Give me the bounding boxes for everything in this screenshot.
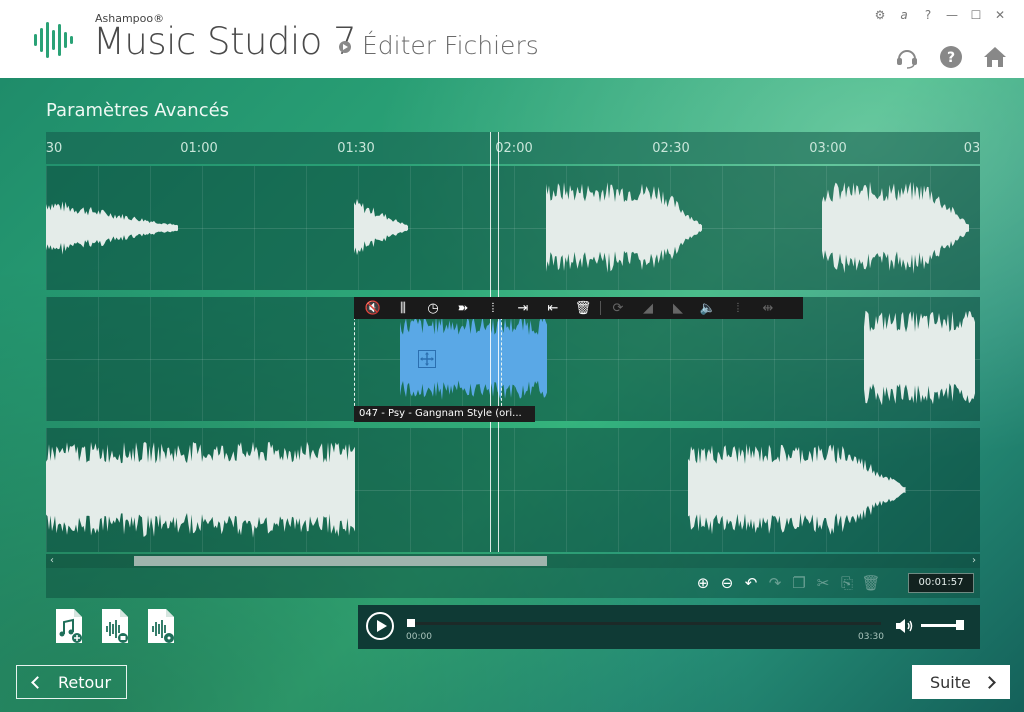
scroll-right-icon[interactable]: › (972, 554, 976, 568)
maximize-button[interactable]: ☐ (964, 6, 988, 24)
waveform-clip[interactable] (46, 166, 178, 290)
about-icon[interactable]: ? (916, 6, 940, 24)
volume-icon: 🔈 (699, 300, 717, 316)
header-actions: ? (894, 44, 1008, 70)
breadcrumb-arrow-icon (339, 41, 351, 53)
clip-toolbar: 🔇 ⫼ ◷ ➽ ⦙ ⇥ ⇤ 🗑 ⟳ ◢ ◣ 🔈 ⦙ ⇹ (354, 297, 803, 319)
volume-knob[interactable] (956, 620, 965, 630)
settings-icon[interactable]: ⚙ (868, 6, 892, 24)
delete-icon[interactable]: 🗑 (568, 297, 598, 319)
add-file-buttons (54, 608, 176, 644)
ruler-tick: 03:00 (809, 141, 847, 156)
back-button[interactable]: Retour (16, 665, 127, 699)
ruler-tick: 30 (46, 141, 63, 156)
chevron-left-icon (31, 675, 44, 689)
ruler-tick: 01:30 (337, 141, 375, 156)
clock-icon[interactable]: ◷ (418, 297, 448, 319)
speed-runner-icon[interactable]: ➽ (448, 297, 478, 319)
cut-icon: ✂ (816, 574, 830, 592)
zoom-in-icon[interactable]: ⊕ (692, 571, 714, 595)
section-title: Paramètres Avancés (46, 100, 230, 121)
minimize-button[interactable]: — (940, 6, 964, 24)
progress-knob[interactable] (407, 619, 415, 627)
audio-track-3[interactable] (46, 428, 980, 552)
page-title: Éditer Fichiers (362, 31, 539, 60)
app-logo-icon (34, 22, 73, 58)
waveform-clip[interactable] (864, 297, 976, 421)
volume-icon[interactable] (894, 617, 914, 635)
normalize-icon: ⦙ (736, 300, 740, 316)
timeline-scrollbar[interactable]: ‹ › (46, 554, 980, 568)
timecode-display: 00:01:57 (908, 573, 974, 593)
ruler-tick: 01:00 (180, 141, 218, 156)
loop-icon: ⟳ (612, 300, 624, 316)
help-icon[interactable]: ? (938, 44, 964, 70)
playback-start-time: 00:00 (406, 632, 432, 642)
equalizer-icon[interactable]: ⫼ (388, 297, 418, 319)
audio-track-1[interactable] (46, 166, 980, 290)
playback-progress[interactable] (407, 622, 881, 625)
waveform-clip[interactable] (688, 428, 906, 552)
undo-icon[interactable]: ↶ (740, 571, 762, 595)
product-name: Music Studio 7 (93, 20, 357, 63)
back-button-label: Retour (58, 672, 112, 692)
waveform-clip[interactable] (546, 166, 702, 290)
home-icon[interactable] (982, 44, 1008, 70)
support-headset-icon[interactable] (894, 44, 920, 70)
playback-end-time: 03:30 (858, 632, 884, 642)
svg-text:?: ? (947, 50, 955, 66)
add-from-recorder-icon[interactable] (100, 608, 130, 644)
trash-icon: 🗑 (861, 574, 881, 592)
waveform-clip[interactable] (354, 166, 408, 290)
playback-bar: 00:00 03:30 (358, 605, 980, 649)
window-controls: ⚙ a ? — ☐ ✕ (868, 6, 1012, 24)
play-button[interactable] (366, 612, 394, 640)
waveform-clip[interactable] (822, 166, 970, 290)
editor-area: Paramètres Avancés 30 01:00 01:30 02:00 … (0, 78, 1024, 712)
next-button-label: Suite (930, 672, 971, 692)
edit-tools: ⊕ ⊖ ↶ ↷ ❐ ✂ ⎘ 🗑 (692, 571, 882, 595)
timeline: 30 01:00 01:30 02:00 02:30 03:00 03 ‹ › (46, 132, 980, 572)
app-header: Ashampoo® Music Studio 7 Éditer Fichiers… (0, 0, 1024, 78)
move-handle-icon[interactable] (418, 350, 436, 368)
copy-icon: ❐ (792, 574, 806, 592)
split-icon: ⇹ (762, 300, 774, 316)
account-icon[interactable]: a (892, 6, 916, 24)
redo-icon: ↷ (768, 574, 782, 592)
ruler-tick: 02:00 (495, 141, 533, 156)
close-button[interactable]: ✕ (988, 6, 1012, 24)
add-from-cd-icon[interactable] (146, 608, 176, 644)
snap-left-icon[interactable]: ⇤ (538, 297, 568, 319)
scroll-left-icon[interactable]: ‹ (50, 554, 54, 568)
add-music-file-icon[interactable] (54, 608, 84, 644)
next-button[interactable]: Suite (912, 665, 1010, 699)
waveform-clip[interactable] (46, 428, 356, 552)
mute-icon[interactable]: 🔇 (358, 297, 388, 319)
fade-out-icon: ◣ (673, 300, 683, 316)
ruler-tick: 02:30 (652, 141, 690, 156)
zoom-out-icon[interactable]: ⊖ (716, 571, 738, 595)
ruler-tick: 03 (963, 141, 980, 156)
paste-icon: ⎘ (840, 574, 853, 592)
clip-label: 047 - Psy - Gangnam Style (ori... (354, 406, 535, 422)
scrollbar-thumb[interactable] (134, 556, 547, 566)
time-ruler[interactable]: 30 01:00 01:30 02:00 02:30 03:00 03 (46, 132, 980, 164)
edit-toolbar: ⊕ ⊖ ↶ ↷ ❐ ✂ ⎘ 🗑 00:01:57 (46, 568, 980, 598)
chevron-right-icon (982, 675, 996, 689)
waveform-icon[interactable]: ⦙ (478, 297, 508, 319)
snap-right-icon[interactable]: ⇥ (508, 297, 538, 319)
fade-in-icon: ◢ (643, 300, 653, 316)
